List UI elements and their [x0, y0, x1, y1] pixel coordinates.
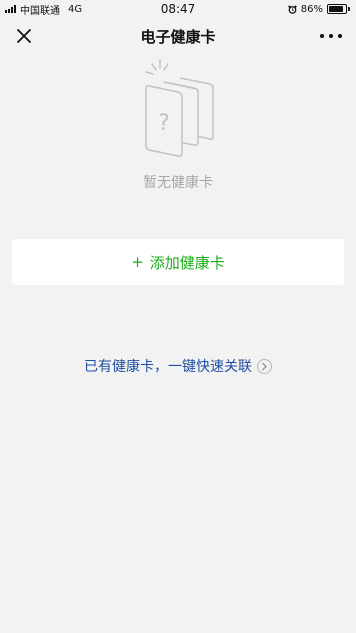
more-button[interactable]: [320, 26, 342, 46]
network-label: 4G: [68, 3, 83, 15]
battery-fill: [329, 6, 343, 12]
battery-icon: [327, 4, 350, 14]
signal-icon: [5, 5, 16, 13]
svg-text:?: ?: [158, 111, 170, 136]
more-icon-dot: [338, 34, 342, 38]
close-button[interactable]: [14, 26, 34, 46]
quick-link-existing-card[interactable]: 已有健康卡，一键快速关联: [0, 355, 356, 377]
more-icon-dot: [329, 34, 333, 38]
page-title: 电子健康卡: [140, 27, 216, 46]
battery-percent: 86%: [300, 3, 323, 15]
carrier-label: 中国联通: [20, 5, 60, 17]
status-right: 86%: [288, 4, 356, 15]
quick-link-label: 已有健康卡，一键快速关联: [84, 359, 252, 375]
more-icon-dot: [320, 34, 324, 38]
alarm-icon: [288, 5, 297, 14]
empty-state-text: 暂无健康卡: [143, 175, 213, 191]
add-health-card-button[interactable]: + 添加健康卡: [12, 239, 344, 285]
empty-cards-icon: ?: [145, 59, 214, 157]
status-left: 中国联通 4G: [0, 2, 82, 17]
add-health-card-label: 添加健康卡: [149, 253, 225, 272]
status-bar: 中国联通 4G 86%: [0, 0, 356, 18]
close-icon: [17, 29, 31, 43]
nav-bar: 电子健康卡: [0, 18, 356, 54]
plus-icon: +: [131, 253, 144, 271]
chevron-right-icon: [257, 358, 272, 374]
